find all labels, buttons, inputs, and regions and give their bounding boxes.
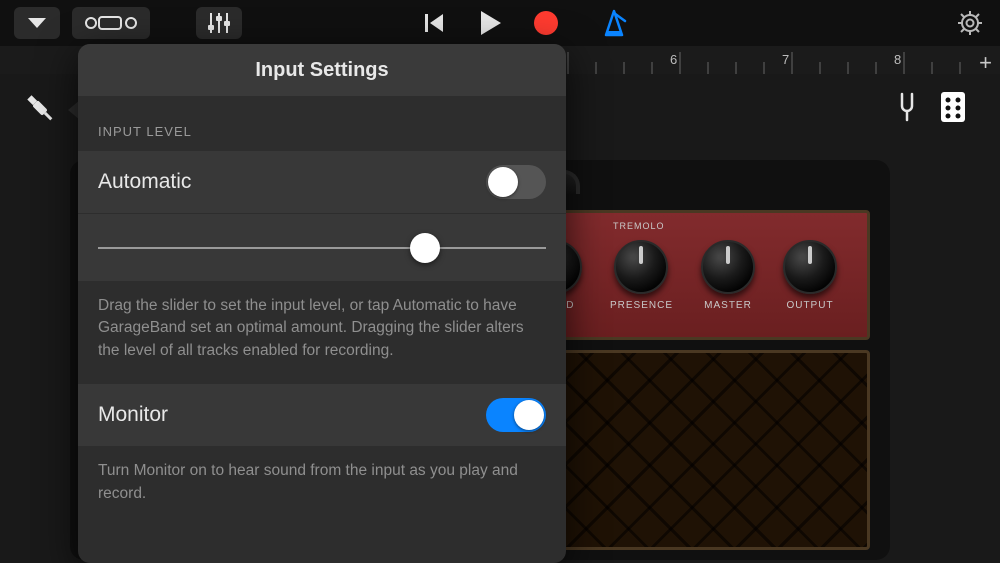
add-section-button[interactable]: +: [979, 50, 992, 76]
input-plug-button[interactable]: [22, 90, 58, 126]
input-level-slider-thumb[interactable]: [410, 233, 440, 263]
metronome-button[interactable]: [594, 7, 634, 39]
chevron-down-icon: [28, 17, 46, 29]
tracks-view-button[interactable]: [72, 7, 150, 39]
tracks-icon: [85, 13, 137, 33]
amp-knob-presence[interactable]: [614, 240, 668, 294]
amp-presets-button[interactable]: [938, 90, 968, 124]
tuner-button[interactable]: [892, 92, 922, 122]
amp-presets-icon: [938, 90, 968, 124]
input-settings-popover: Input Settings INPUT LEVEL Automatic Dra…: [78, 44, 566, 563]
amp-knob-label: PRESENCE: [610, 300, 673, 311]
amp-knob-output[interactable]: [783, 240, 837, 294]
monitor-row: Monitor: [78, 384, 566, 446]
amp-knob-label: MASTER: [704, 300, 752, 311]
settings-button[interactable]: [950, 7, 990, 39]
monitor-label: Monitor: [98, 403, 486, 427]
mixer-button[interactable]: [196, 7, 242, 39]
nav-dropdown-button[interactable]: [14, 7, 60, 39]
app-root: 6 7 8 + TREMOLO SPEED PRESENCE MASTER OU…: [0, 0, 1000, 563]
skip-back-icon: [423, 12, 445, 34]
audio-jack-icon: [22, 90, 58, 126]
record-icon: [532, 9, 560, 37]
amp-knob-label: OUTPUT: [786, 300, 833, 311]
play-icon: [479, 10, 501, 36]
automatic-row: Automatic: [78, 151, 566, 213]
monitor-switch[interactable]: [486, 398, 546, 432]
ruler-num: 6: [670, 52, 677, 67]
metronome-icon: [600, 9, 628, 37]
input-level-slider[interactable]: [98, 247, 546, 249]
sliders-icon: [207, 13, 231, 33]
record-button[interactable]: [526, 7, 566, 39]
go-to-start-button[interactable]: [414, 7, 454, 39]
amp-section-label: TREMOLO: [613, 221, 665, 231]
ruler-num: 7: [782, 52, 789, 67]
popover-title: Input Settings: [78, 44, 566, 96]
ruler-num: 8: [894, 52, 901, 67]
toolbar: [0, 0, 1000, 46]
gear-icon: [956, 9, 984, 37]
automatic-switch[interactable]: [486, 165, 546, 199]
input-level-help-text: Drag the slider to set the input level, …: [78, 281, 566, 384]
tuning-fork-icon: [892, 92, 922, 122]
input-level-section-label: INPUT LEVEL: [78, 96, 566, 151]
monitor-help-text: Turn Monitor on to hear sound from the i…: [78, 446, 566, 527]
input-level-slider-row: [78, 213, 566, 281]
play-button[interactable]: [470, 7, 510, 39]
amp-knob-master[interactable]: [701, 240, 755, 294]
automatic-label: Automatic: [98, 170, 486, 194]
